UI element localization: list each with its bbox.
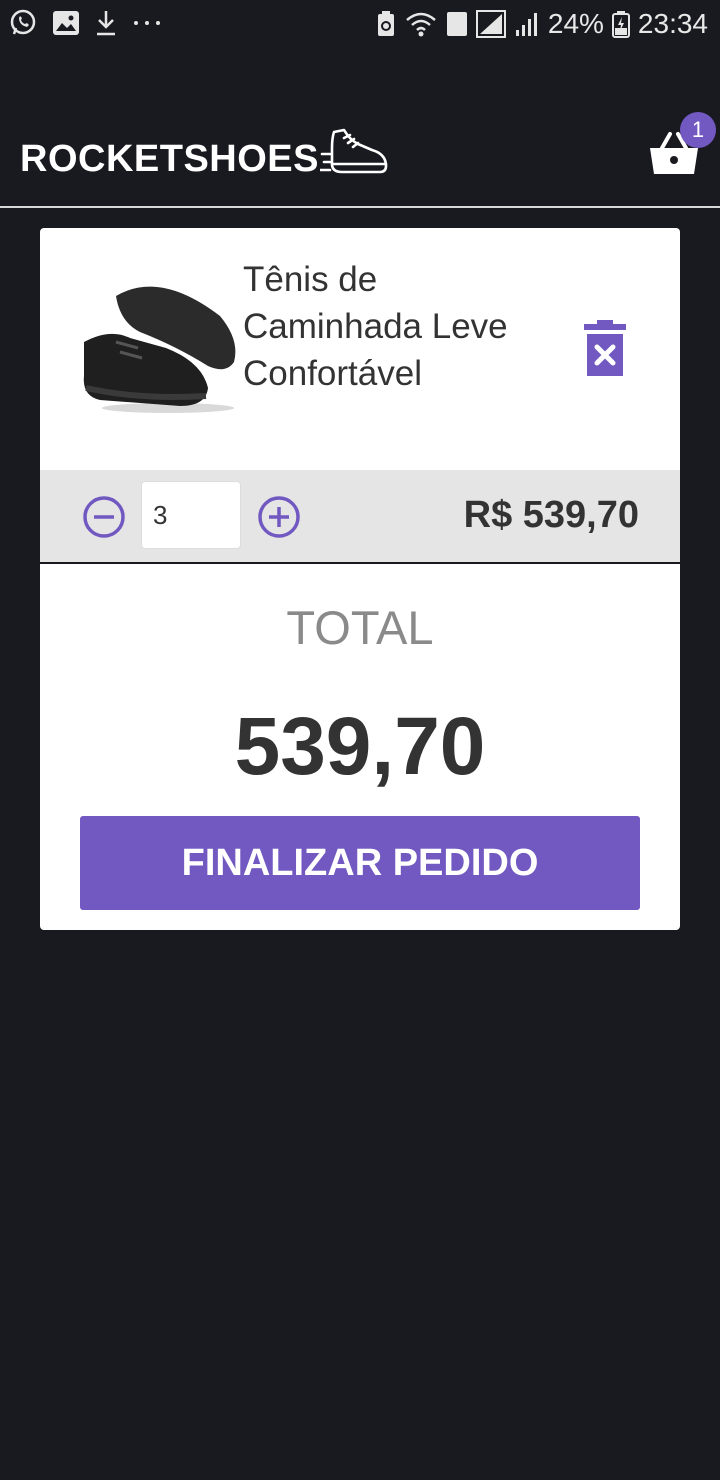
signal-bars-icon	[514, 10, 540, 38]
status-bar: 24% 23:34	[0, 0, 720, 50]
more-dots-icon	[132, 18, 162, 28]
app-logo[interactable]: ROCKETSHOES	[20, 138, 319, 181]
battery-percent: 24%	[547, 8, 604, 39]
clock: 23:34	[637, 8, 708, 39]
checkout-button[interactable]: FINALIZAR PEDIDO	[80, 816, 640, 910]
order-summary: TOTAL 539,70 FINALIZAR PEDIDO	[40, 564, 680, 930]
app-header: ROCKETSHOES 1	[0, 100, 720, 208]
sim-icon	[446, 10, 468, 38]
product-image	[80, 276, 240, 421]
signal-icon	[475, 10, 506, 38]
cart-count-badge: 1	[680, 112, 716, 148]
total-label: TOTAL	[286, 601, 434, 654]
item-subtotal: R$ 539,70	[463, 494, 639, 536]
total-value: 539,70	[234, 701, 486, 792]
decrement-quantity-icon[interactable]	[82, 495, 126, 539]
quantity-row: R$ 539,70	[40, 470, 680, 562]
product-title: Tênis de Caminhada Leve Confortável	[243, 260, 508, 393]
cart-item: Tênis de Caminhada Leve Confortável	[40, 228, 680, 470]
download-icon	[94, 9, 118, 37]
gallery-icon	[52, 10, 80, 36]
remove-item-icon[interactable]	[584, 320, 626, 383]
recycle-icon	[376, 10, 396, 38]
whatsapp-icon	[8, 8, 38, 38]
wifi-icon	[404, 10, 438, 38]
quantity-input[interactable]	[141, 481, 241, 549]
battery-icon	[611, 10, 630, 38]
sneaker-icon	[318, 126, 390, 185]
increment-quantity-icon[interactable]	[257, 495, 301, 539]
